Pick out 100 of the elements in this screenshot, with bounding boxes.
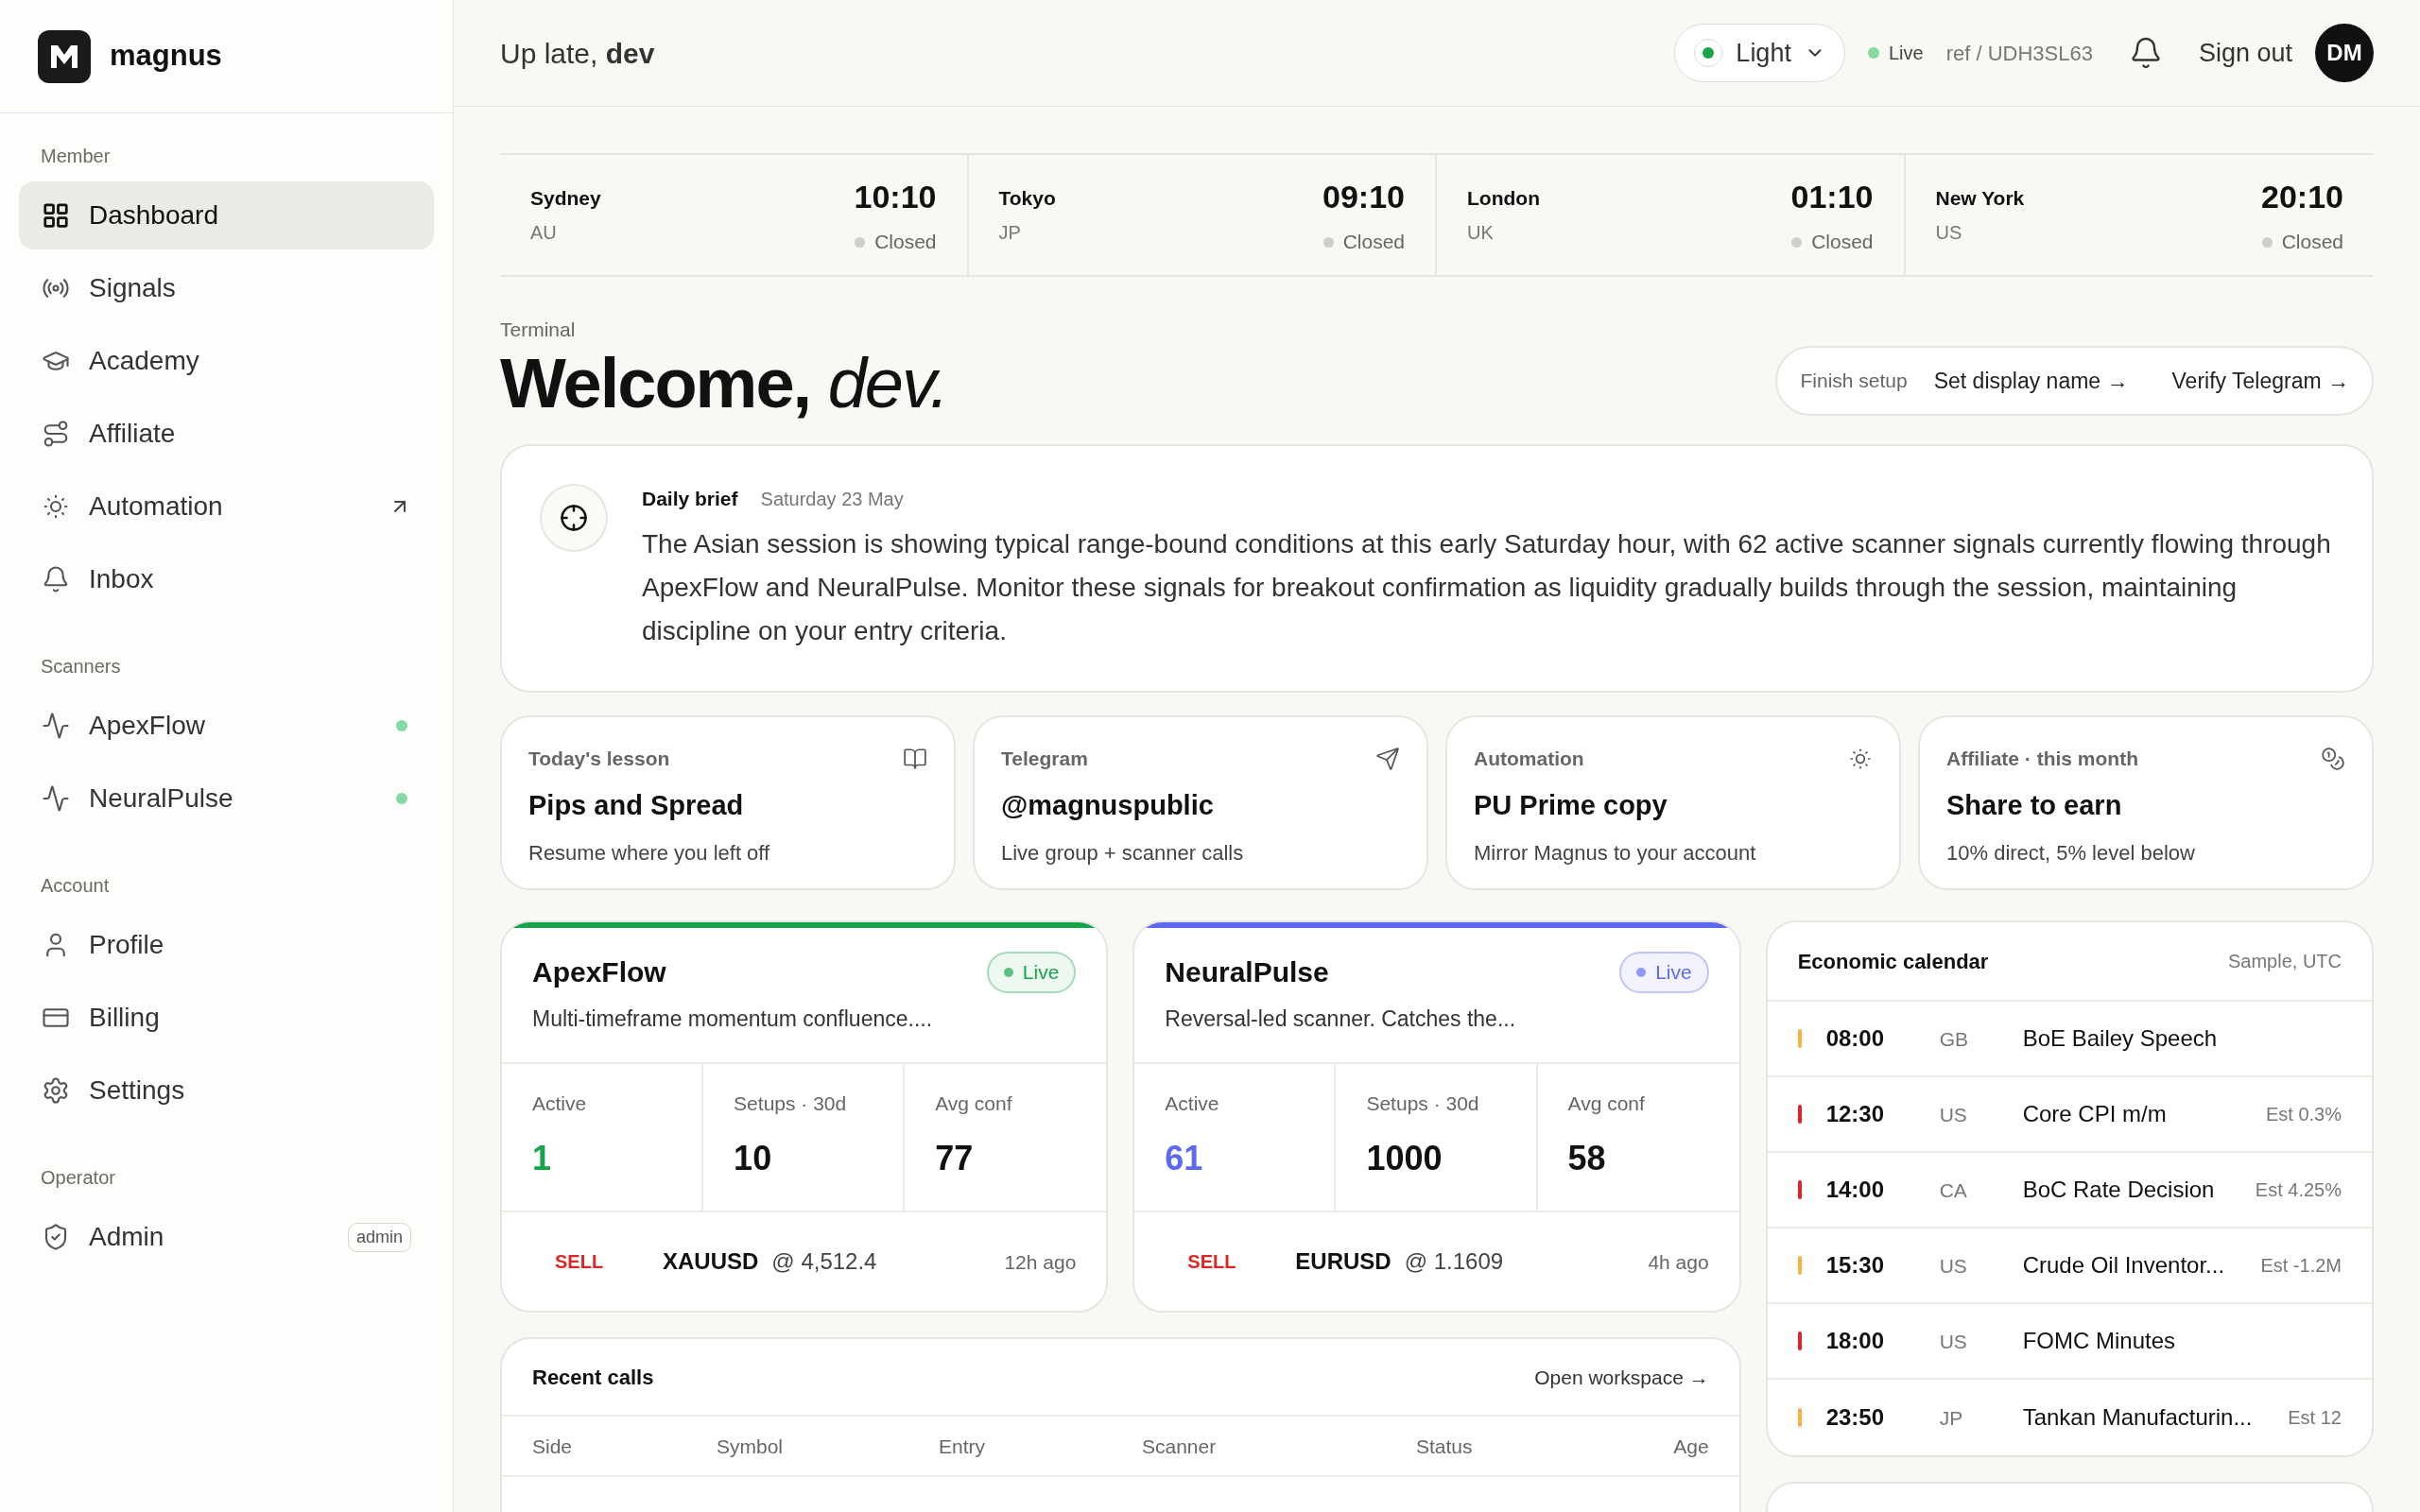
brief-text: The Asian session is showing typical range-bound conditions at this early Saturday hour, with 62 active scanner signals currently flowing through ApexFlow and NeuralPulse. Monitor these signals for breakout confirmation as liquidity gradually builds through the session, maintaining discipline on your entry criteria. [642, 528, 2332, 648]
event-name: BoC Rate Decision [2022, 1176, 2216, 1205]
nav-label: Inbox [89, 563, 155, 595]
country-code: JP [998, 221, 1022, 246]
nav-item[interactable]: Settings [19, 1057, 434, 1125]
nav-item[interactable]: Inbox [19, 545, 434, 613]
referral-code: ref / UDH3SL63 [1945, 40, 2093, 67]
event-time: 15:30 [1825, 1251, 1886, 1280]
market-status: Closed [1811, 230, 1874, 255]
column-header: Age [1672, 1434, 1709, 1459]
event-name: Tankan Manufacturin... [2022, 1403, 2254, 1433]
stat-label: Active [1165, 1091, 1220, 1116]
event-time: 18:00 [1825, 1327, 1886, 1356]
event-time: 08:00 [1825, 1024, 1886, 1054]
route-icon [42, 420, 70, 448]
trade-symbol: EURUSD [1295, 1247, 1392, 1277]
scanner-card[interactable]: NeuralPulse Live Reversal-led scanner. Catches the... Active 61 Setups · 30d 1000 Avg conf 58 SELL EURUSD @ 1.1609 4h ago [1132, 920, 1741, 1314]
event-time: 12:30 [1825, 1100, 1886, 1129]
section-title: Member [40, 145, 112, 168]
card-eyebrow: Affiliate · this month [1946, 747, 2139, 772]
country-code: AU [530, 221, 558, 246]
sign-out-button[interactable]: Sign out [2198, 33, 2292, 73]
quick-card[interactable]: Automation PU Prime copy Mirror Magnus to your account [1445, 715, 1901, 891]
line-chart-icon [42, 784, 70, 813]
greeting: Up late, dev [500, 36, 656, 71]
event-country: GB [1939, 1026, 1969, 1052]
trade-age: 12h ago [1004, 1249, 1077, 1275]
line-chart-icon [42, 712, 70, 740]
stat-value: 61 [1165, 1138, 1204, 1180]
nav-label: ApexFlow [89, 710, 206, 742]
setup-link[interactable]: Set display name → [1933, 364, 2129, 398]
quick-card[interactable]: Affiliate · this month Share to earn 10% direct, 5% level below [1918, 715, 2374, 891]
nav-item[interactable]: Profile [19, 911, 434, 979]
card-eyebrow: Telegram [1001, 747, 1089, 772]
nav-label: NeuralPulse [89, 782, 234, 815]
city-name: New York [1935, 185, 2026, 211]
stat-value: 1 [532, 1138, 553, 1180]
section-title: Operator [40, 1166, 116, 1190]
card-eyebrow: Automation [1474, 747, 1585, 772]
nav-item[interactable]: Billing [19, 984, 434, 1052]
event-estimate: Est 4.25% [2255, 1178, 2342, 1203]
column-header: Status [1416, 1434, 1474, 1459]
event-name: FOMC Minutes [2022, 1327, 2176, 1356]
event-time: 23:50 [1825, 1403, 1886, 1433]
logo-icon [38, 29, 91, 83]
card-subtitle: Mirror Magnus to your account [1474, 840, 1757, 868]
nav-label: Admin [89, 1221, 165, 1253]
stat-label: Setups · 30d [734, 1091, 848, 1116]
quick-card[interactable]: Today's lesson Pips and Spread Resume where you left off [500, 715, 956, 891]
event-time: 14:00 [1825, 1176, 1886, 1205]
column-header: Symbol [717, 1434, 785, 1459]
stat-label: Active [532, 1091, 588, 1116]
nav-item[interactable]: NeuralPulse [19, 765, 434, 833]
nav-label: Settings [89, 1074, 186, 1107]
stat-label: Avg conf [935, 1091, 1013, 1116]
scanner-description: Multi-timeframe momentum confluence.... [532, 1005, 934, 1034]
event-estimate: Est 0.3% [2265, 1103, 2342, 1127]
brief-date: Saturday 23 May [760, 487, 904, 511]
card-title: PU Prime copy [1474, 788, 1668, 822]
nav-item[interactable]: Automation [19, 472, 434, 541]
nav-item[interactable]: Academy [19, 327, 434, 395]
stat-value: 1000 [1366, 1138, 1443, 1180]
setup-link[interactable]: Verify Telegram → [2171, 364, 2349, 398]
calendar-title: Economic calendar [1797, 948, 1990, 975]
city-name: London [1467, 185, 1541, 211]
clock-time: 01:10 [1790, 178, 1874, 217]
setup-label: Finish setup [1800, 369, 1908, 394]
theme-select[interactable]: Light [1674, 24, 1845, 82]
nav-item[interactable]: Signals [19, 254, 434, 322]
city-name: Tokyo [998, 185, 1057, 211]
send-icon [1375, 747, 1400, 772]
card-subtitle: Resume where you left off [528, 840, 771, 868]
trade-side: SELL [554, 1250, 605, 1275]
event-country: CA [1939, 1177, 1968, 1203]
nav-item[interactable]: Admin admin [19, 1203, 434, 1271]
column-header: Side [532, 1434, 574, 1459]
trade-symbol: XAUUSD [663, 1247, 759, 1277]
calendar-note: Sample, UTC [2227, 950, 2342, 974]
user-avatar[interactable]: DM [2315, 24, 2374, 82]
quick-card[interactable]: Telegram @magnuspublic Live group + scanner calls [973, 715, 1428, 891]
open-workspace-link[interactable]: Open workspace → [1534, 1362, 1709, 1393]
role-badge: admin [347, 1222, 411, 1252]
event-country: US [1939, 1102, 1968, 1127]
event-name: BoE Bailey Speech [2022, 1024, 2219, 1054]
event-estimate: Est -1.2M [2260, 1254, 2342, 1279]
nav-label: Dashboard [89, 199, 219, 232]
grid-icon [42, 201, 70, 230]
scanner-name: ApexFlow [532, 955, 667, 990]
sun-icon [42, 492, 70, 521]
scanner-card[interactable]: ApexFlow Live Multi-timeframe momentum confluence.... Active 1 Setups · 30d 10 Avg conf 77 SELL XAUUSD @ 4,512.4 12h ago [500, 920, 1109, 1314]
nav-label: Billing [89, 1002, 161, 1034]
trade-age: 4h ago [1648, 1249, 1709, 1275]
trade-price: @ 1.1609 [1404, 1247, 1505, 1277]
bell-icon [42, 565, 70, 593]
settings-icon [42, 1076, 70, 1105]
nav-item[interactable]: ApexFlow [19, 692, 434, 760]
nav-item[interactable]: Dashboard [19, 181, 434, 249]
event-estimate: Est 12 [2288, 1406, 2342, 1431]
nav-item[interactable]: Affiliate [19, 400, 434, 468]
card-eyebrow: Today's lesson [528, 747, 671, 772]
